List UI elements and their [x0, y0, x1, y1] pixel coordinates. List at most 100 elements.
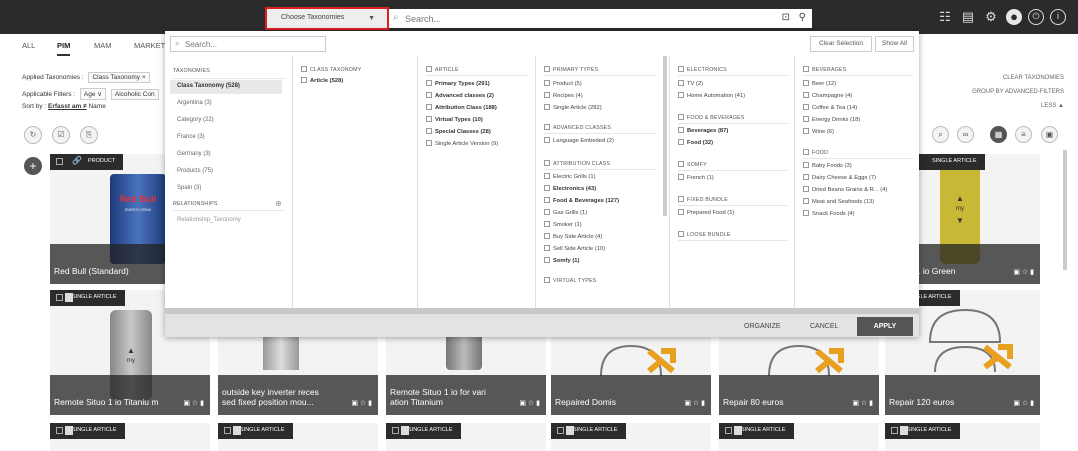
checkbox[interactable] — [544, 185, 550, 191]
gear-icon[interactable]: ⚙ — [983, 9, 999, 25]
card-checkbox[interactable] — [557, 427, 564, 434]
export-icon[interactable]: ⎘ — [80, 126, 98, 144]
electronics-item[interactable]: TV (2) — [678, 80, 703, 87]
product-card[interactable]: SINGLE ARTICLE — [386, 423, 546, 451]
select-all-icon[interactable]: ☑ — [52, 126, 70, 144]
taxonomy-item[interactable]: Class Taxonomy (528) — [170, 80, 282, 94]
clear-taxonomies-link[interactable]: CLEAR TAXONOMIES — [1003, 75, 1064, 81]
checkbox[interactable] — [544, 80, 550, 86]
food-item[interactable]: Baby Foods (3) — [803, 162, 852, 169]
checkbox[interactable] — [301, 77, 307, 83]
card-actions[interactable]: ▣ ☆ ▮ — [684, 399, 705, 407]
link-icon[interactable]: ∞ — [957, 126, 974, 143]
product-card[interactable]: SINGLE ARTICLE — [551, 423, 711, 451]
checkbox[interactable] — [678, 139, 684, 145]
checkbox[interactable] — [678, 92, 684, 98]
card-checkbox[interactable] — [891, 427, 898, 434]
checkbox[interactable] — [544, 137, 550, 143]
card-actions[interactable]: ▣ ☆ ▮ — [1013, 399, 1034, 407]
food-item[interactable]: Snack Foods (4) — [803, 210, 855, 217]
attribution-item[interactable]: Food & Beverages (127) — [544, 197, 619, 204]
beverages-item[interactable]: Champagne (4) — [803, 92, 852, 99]
checkbox[interactable] — [678, 231, 684, 237]
show-all-button[interactable]: Show All — [875, 36, 914, 52]
checkbox[interactable] — [803, 174, 809, 180]
checkbox[interactable] — [803, 210, 809, 216]
article-item[interactable]: Special Classes (28) — [426, 128, 491, 135]
taxonomy-item[interactable]: Products (75) — [170, 165, 282, 179]
checkbox[interactable] — [544, 277, 550, 283]
info-icon[interactable]: i — [1050, 9, 1066, 25]
product-card[interactable]: SINGLE ARTICLE — [719, 423, 879, 451]
fixed-bundle-item[interactable]: Prepared Food (1) — [678, 209, 734, 216]
checkbox[interactable] — [678, 114, 684, 120]
checkbox[interactable] — [803, 162, 809, 168]
somfy-item[interactable]: French (1) — [678, 174, 714, 181]
attribution-item[interactable]: Sell Side Article (10) — [544, 245, 605, 252]
checkbox[interactable] — [544, 257, 550, 263]
food-beverages-item[interactable]: Food (32) — [678, 139, 713, 146]
tab-pim[interactable]: PIM — [57, 41, 71, 56]
checkbox[interactable] — [544, 92, 550, 98]
article-item[interactable]: Single Article Version (9) — [426, 140, 498, 147]
advanced-item[interactable]: Language Embeded (2) — [544, 137, 614, 144]
checkbox[interactable] — [803, 149, 809, 155]
checkbox[interactable] — [426, 128, 432, 134]
primary-item[interactable]: Product (5) — [544, 80, 582, 87]
card-checkbox[interactable] — [725, 427, 732, 434]
tab-mam[interactable]: MAM — [94, 41, 112, 50]
add-button[interactable]: + — [24, 157, 42, 175]
beverages-item[interactable]: Energy Drinks (18) — [803, 116, 860, 123]
card-checkbox[interactable] — [224, 427, 231, 434]
taxonomy-item[interactable]: Germany (3) — [170, 148, 282, 162]
food-beverages-item[interactable]: Beverages (87) — [678, 127, 728, 134]
card-actions[interactable]: ▣ ☆ ▮ — [852, 399, 873, 407]
calendar-icon[interactable]: ▣ — [1041, 126, 1058, 143]
primary-item[interactable]: Recipes (4) — [544, 92, 583, 99]
checkbox[interactable] — [544, 66, 550, 72]
taxonomy-tree-icon[interactable]: ☷ — [937, 9, 953, 25]
taxonomy-item[interactable]: Category (22) — [170, 114, 282, 128]
add-relationship-icon[interactable]: ⊕ — [275, 199, 282, 208]
user-avatar-icon[interactable]: ● — [1006, 9, 1022, 25]
article-item[interactable]: Advanced classes (2) — [426, 92, 494, 99]
document-icon[interactable]: ▤ — [960, 9, 976, 25]
card-actions[interactable]: ▣ ☆ ▮ — [351, 399, 372, 407]
checkbox[interactable] — [544, 221, 550, 227]
checkbox[interactable] — [426, 80, 432, 86]
food-item[interactable]: Dried Beans Grains & R... (4) — [803, 186, 887, 193]
card-checkbox[interactable] — [56, 158, 63, 165]
alcohol-filter[interactable]: Alcoholic Con — [110, 89, 159, 100]
column-scrollbar[interactable] — [663, 56, 667, 216]
relationship-item[interactable]: Relationship_Taxonomy — [170, 214, 282, 228]
checkbox[interactable] — [544, 104, 550, 110]
food-item[interactable]: Meat and Seafoods (13) — [803, 198, 874, 205]
checkbox[interactable] — [301, 66, 307, 72]
checkbox[interactable] — [544, 160, 550, 166]
refresh-icon[interactable]: ↻ — [24, 126, 42, 144]
attribution-item[interactable]: Buy Side Article (4) — [544, 233, 602, 240]
checkbox[interactable] — [544, 245, 550, 251]
taxonomy-item[interactable]: Argentina (3) — [170, 97, 282, 111]
attribution-item[interactable]: Electric Grills (1) — [544, 173, 596, 180]
checkbox[interactable] — [678, 66, 684, 72]
checkbox[interactable] — [803, 80, 809, 86]
checkbox[interactable] — [544, 209, 550, 215]
card-actions[interactable]: ▣ ☆ ▮ — [1013, 268, 1034, 276]
sort-erfasst[interactable]: Erfasst am ≠ — [48, 103, 87, 110]
primary-item[interactable]: Single Article (282) — [544, 104, 602, 111]
electronics-item[interactable]: Home Automation (41) — [678, 92, 745, 99]
zoom-icon[interactable]: ⌕ — [932, 126, 949, 143]
checkbox[interactable] — [803, 128, 809, 134]
checkbox[interactable] — [803, 104, 809, 110]
group-by-link[interactable]: GROUP BY ADVANCED-FILTERS — [972, 89, 1064, 95]
checkbox[interactable] — [803, 186, 809, 192]
less-link[interactable]: LESS ▲ — [1041, 103, 1064, 109]
checkbox[interactable] — [426, 140, 432, 146]
card-actions[interactable]: ▣ ☆ ▮ — [183, 399, 204, 407]
checkbox[interactable] — [803, 116, 809, 122]
product-card[interactable]: SINGLE ARTICLE — [50, 423, 210, 451]
grid-view-icon[interactable]: ▦ — [990, 126, 1007, 143]
article-item[interactable]: Virtual Types (10) — [426, 116, 483, 123]
pin-icon[interactable]: ⚲ — [799, 12, 806, 23]
